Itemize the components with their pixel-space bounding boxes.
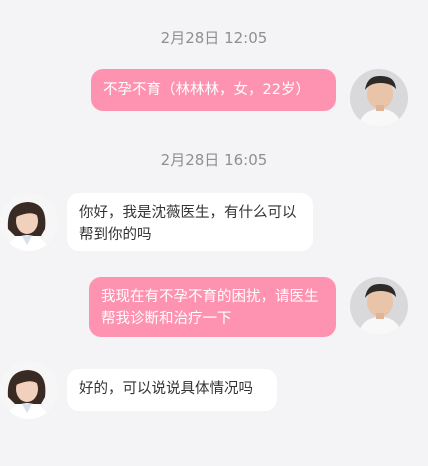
doctor-avatar-icon bbox=[0, 361, 58, 419]
message-timestamp: 2月28日 12:05 bbox=[160, 29, 268, 47]
user-avatar[interactable] bbox=[350, 69, 408, 127]
outgoing-message-bubble[interactable]: 不孕不育（林林林，女，22岁） bbox=[91, 69, 336, 111]
message-timestamp: 2月28日 16:05 bbox=[160, 151, 268, 169]
incoming-message-bubble[interactable]: 好的，可以说说具体情况吗 bbox=[67, 369, 277, 411]
doctor-avatar-icon bbox=[0, 193, 58, 251]
user-avatar-icon bbox=[350, 69, 408, 127]
user-avatar[interactable] bbox=[350, 277, 408, 335]
outgoing-message-bubble[interactable]: 我现在有不孕不育的困扰，请医生帮我诊断和治疗一下 bbox=[89, 277, 336, 337]
doctor-avatar[interactable] bbox=[0, 361, 58, 419]
incoming-message-bubble[interactable]: 你好，我是沈薇医生，有什么可以帮到你的吗 bbox=[67, 193, 313, 251]
doctor-avatar[interactable] bbox=[0, 193, 58, 251]
chat-thread[interactable]: 2月28日 12:05 不孕不育（林林林，女，22岁） 2月28日 16:05 … bbox=[0, 0, 428, 466]
user-avatar-icon bbox=[350, 277, 408, 335]
